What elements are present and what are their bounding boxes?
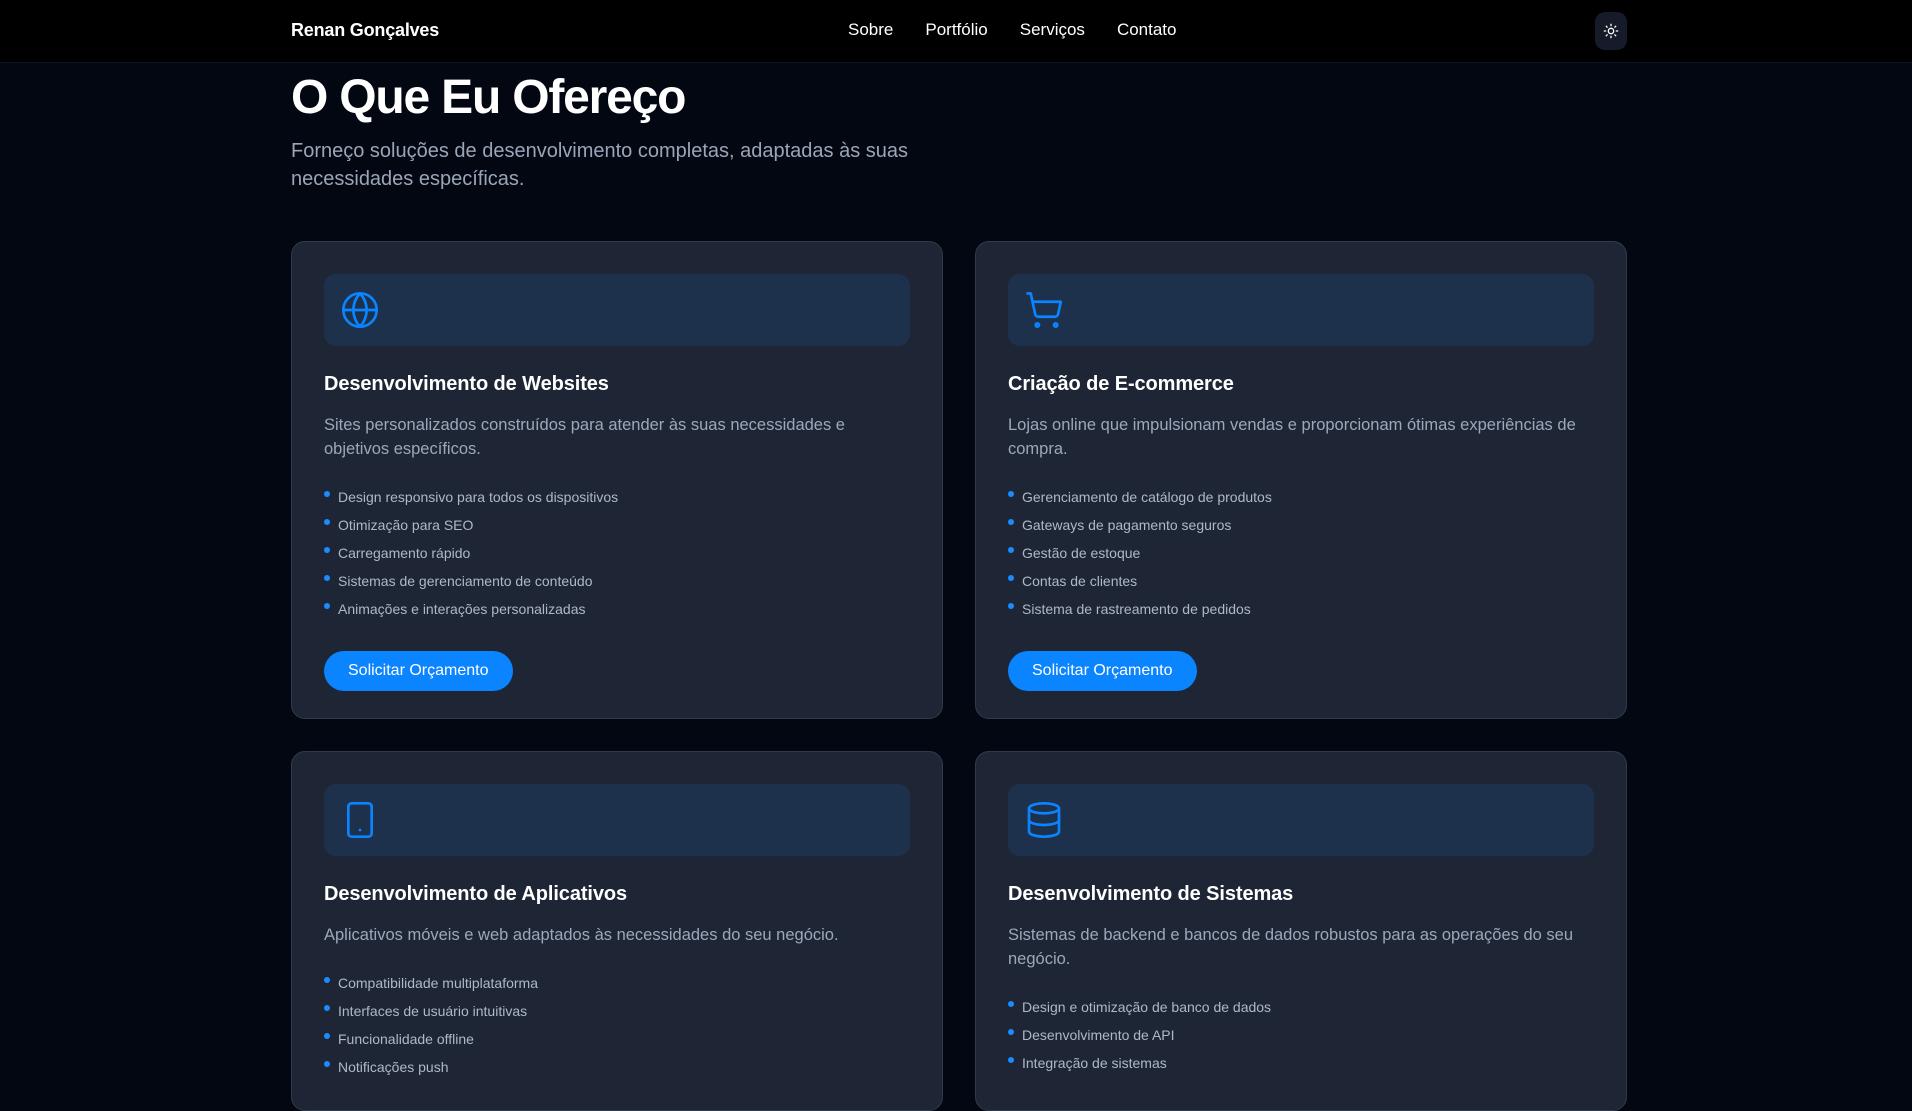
feature-item: Design responsivo para todos os disposit… bbox=[324, 483, 910, 511]
feature-item: Contas de clientes bbox=[1008, 567, 1594, 595]
card-icon-box bbox=[324, 274, 910, 346]
card-description: Sites personalizados construídos para at… bbox=[324, 416, 845, 458]
main-nav: Sobre Portfólio Serviços Contato bbox=[848, 20, 1176, 40]
feature-item: Compatibilidade multiplataforma bbox=[324, 969, 910, 997]
service-card-systems: Desenvolvimento de Sistemas Sistemas de … bbox=[975, 751, 1627, 1111]
card-title: Desenvolvimento de Aplicativos bbox=[324, 883, 628, 905]
service-card-apps: Desenvolvimento de Aplicativos Aplicativ… bbox=[291, 751, 943, 1111]
service-card-ecommerce: Criação de E-commerce Lojas online que i… bbox=[975, 241, 1627, 719]
card-icon-box bbox=[1008, 274, 1594, 346]
feature-item: Animações e interações personalizadas bbox=[324, 595, 910, 623]
request-quote-button[interactable]: Solicitar Orçamento bbox=[324, 651, 513, 691]
feature-item: Funcionalidade offline bbox=[324, 1025, 910, 1053]
service-card-websites: Desenvolvimento de Websites Sites person… bbox=[291, 241, 943, 719]
card-description: Aplicativos móveis e web adaptados às ne… bbox=[324, 926, 839, 944]
brand-name[interactable]: Renan Gonçalves bbox=[291, 20, 439, 41]
feature-list: Design responsivo para todos os disposit… bbox=[324, 483, 910, 623]
feature-item: Gateways de pagamento seguros bbox=[1008, 511, 1594, 539]
nav-link-sobre[interactable]: Sobre bbox=[848, 20, 893, 40]
nav-link-contato[interactable]: Contato bbox=[1117, 20, 1177, 40]
feature-item: Gestão de estoque bbox=[1008, 539, 1594, 567]
top-navbar: Renan Gonçalves Sobre Portfólio Serviços… bbox=[0, 0, 1912, 63]
feature-item: Interfaces de usuário intuitivas bbox=[324, 997, 910, 1025]
feature-list: Gerenciamento de catálogo de produtos Ga… bbox=[1008, 483, 1594, 623]
card-description: Lojas online que impulsionam vendas e pr… bbox=[1008, 416, 1576, 458]
card-title: Criação de E-commerce bbox=[1008, 373, 1234, 395]
sun-icon bbox=[1603, 23, 1619, 39]
feature-item: Integração de sistemas bbox=[1008, 1049, 1594, 1077]
feature-item: Sistemas de gerenciamento de conteúdo bbox=[324, 567, 910, 595]
theme-toggle-button[interactable] bbox=[1595, 12, 1627, 50]
tablet-icon bbox=[347, 802, 373, 838]
feature-list: Compatibilidade multiplataforma Interfac… bbox=[324, 969, 910, 1081]
section-subtitle: Forneço soluções de desenvolvimento comp… bbox=[291, 140, 909, 190]
card-icon-box bbox=[324, 784, 910, 856]
globe-icon bbox=[342, 292, 378, 328]
feature-item: Design e otimização de banco de dados bbox=[1008, 993, 1594, 1021]
nav-link-servicos[interactable]: Serviços bbox=[1020, 20, 1085, 40]
feature-item: Carregamento rápido bbox=[324, 539, 910, 567]
request-quote-button[interactable]: Solicitar Orçamento bbox=[1008, 651, 1197, 691]
nav-link-portfolio[interactable]: Portfólio bbox=[925, 20, 987, 40]
shopping-cart-icon bbox=[1026, 292, 1063, 328]
database-icon bbox=[1027, 802, 1061, 838]
feature-list: Design e otimização de banco de dados De… bbox=[1008, 993, 1594, 1077]
card-description: Sistemas de backend e bancos de dados ro… bbox=[1008, 926, 1574, 968]
feature-item: Otimização para SEO bbox=[324, 511, 910, 539]
card-icon-box bbox=[1008, 784, 1594, 856]
feature-item: Sistema de rastreamento de pedidos bbox=[1008, 595, 1594, 623]
feature-item: Desenvolvimento de API bbox=[1008, 1021, 1594, 1049]
card-title: Desenvolvimento de Sistemas bbox=[1008, 883, 1294, 905]
section-title: O Que Eu Ofereço bbox=[291, 71, 686, 124]
feature-item: Gerenciamento de catálogo de produtos bbox=[1008, 483, 1594, 511]
card-title: Desenvolvimento de Websites bbox=[324, 373, 609, 395]
